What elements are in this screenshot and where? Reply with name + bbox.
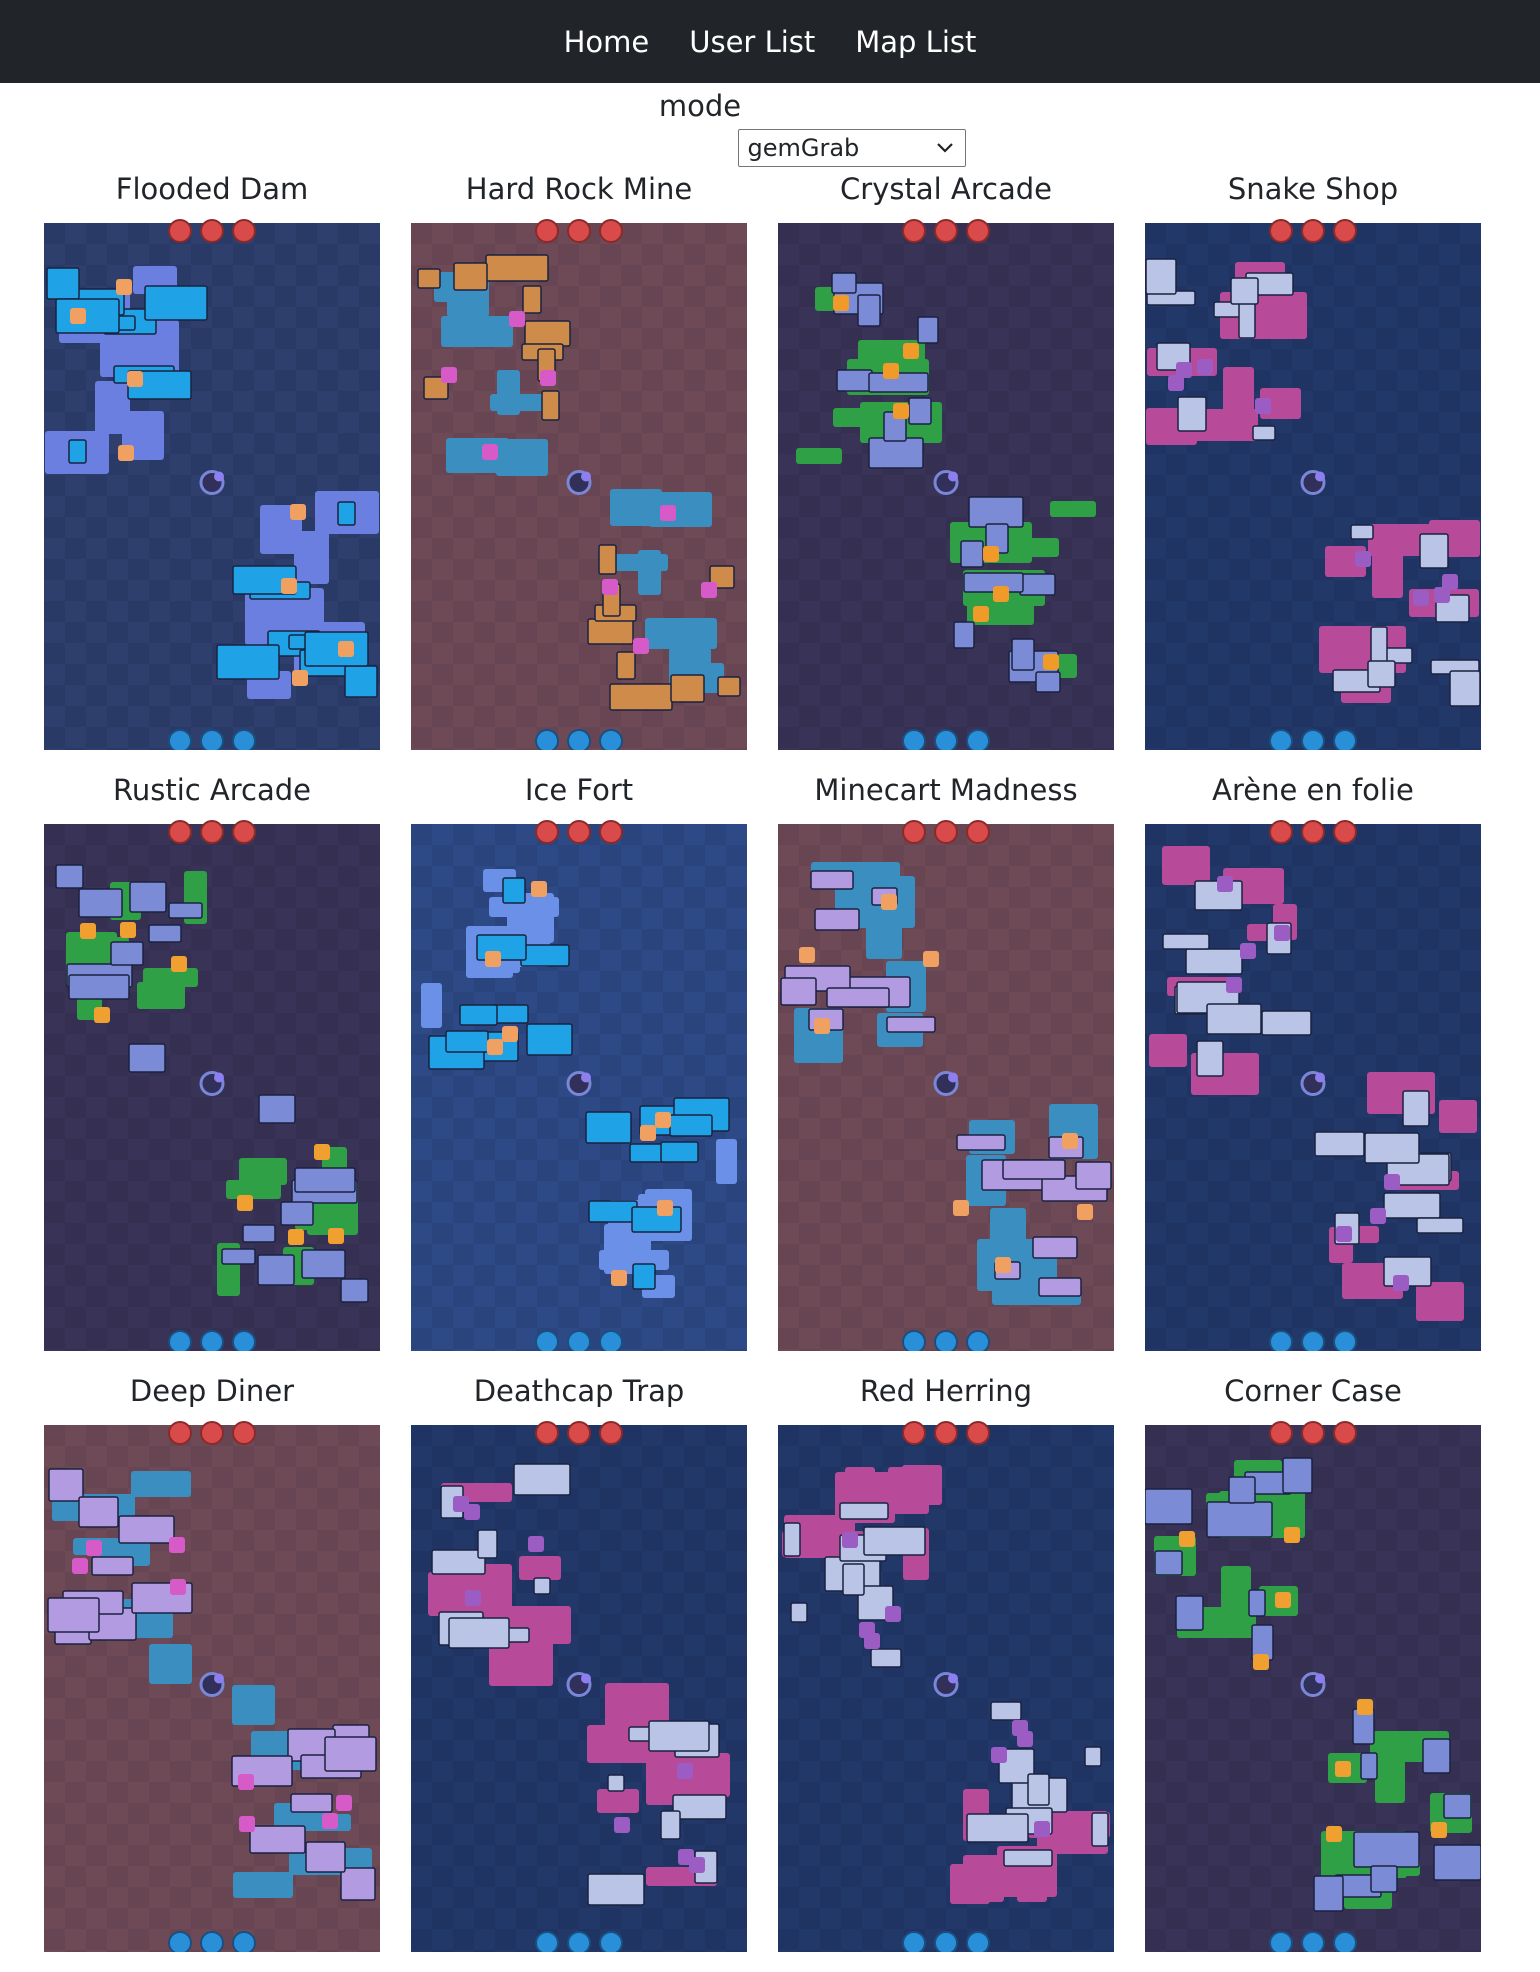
map-title: Red Herring xyxy=(859,1374,1033,1408)
mode-select[interactable]: gemGrab xyxy=(737,129,966,167)
map-title: Corner Case xyxy=(1224,1374,1402,1408)
map-preview-image[interactable] xyxy=(1145,816,1481,1351)
map-card[interactable]: Hard Rock Mine xyxy=(411,169,747,770)
map-card[interactable]: Crystal Arcade xyxy=(778,169,1114,770)
map-title: Crystal Arcade xyxy=(840,172,1052,206)
map-title: Deep Diner xyxy=(129,1374,295,1408)
map-preview-image[interactable] xyxy=(44,816,380,1351)
map-title: Rustic Arcade xyxy=(112,773,311,807)
map-preview-image[interactable] xyxy=(1145,1417,1481,1952)
map-card[interactable]: Deathcap Trap xyxy=(411,1371,747,1972)
map-card[interactable]: Flooded Dam xyxy=(44,169,380,770)
map-card[interactable]: Snake Shop xyxy=(1145,169,1481,770)
mode-label: mode xyxy=(658,89,742,123)
map-title: Deathcap Trap xyxy=(473,1374,685,1408)
map-preview-image[interactable] xyxy=(44,215,380,750)
map-card[interactable]: Red Herring xyxy=(778,1371,1114,1972)
navbar: Home User List Map List xyxy=(0,0,1540,83)
map-preview-image[interactable] xyxy=(411,1417,747,1952)
mode-select-value: gemGrab xyxy=(747,134,860,162)
map-title: Ice Fort xyxy=(524,773,634,807)
mode-filter: mode gemGrab xyxy=(0,83,1540,167)
map-card[interactable]: Deep Diner xyxy=(44,1371,380,1972)
chevron-down-icon xyxy=(936,143,953,153)
map-grid: Flooded Dam Hard Rock Mine Crystal Arcade S… xyxy=(44,169,1540,1972)
map-card[interactable]: Arène en folie xyxy=(1145,770,1481,1371)
map-preview-image[interactable] xyxy=(411,816,747,1351)
map-title: Minecart Madness xyxy=(814,773,1078,807)
map-preview-image[interactable] xyxy=(778,215,1114,750)
map-card[interactable]: Ice Fort xyxy=(411,770,747,1371)
map-title: Snake Shop xyxy=(1227,172,1399,206)
nav-user-list-link[interactable]: User List xyxy=(689,25,815,59)
map-card[interactable]: Corner Case xyxy=(1145,1371,1481,1972)
map-title: Flooded Dam xyxy=(115,172,309,206)
nav-map-list-link[interactable]: Map List xyxy=(855,25,976,59)
map-preview-image[interactable] xyxy=(1145,215,1481,750)
map-card[interactable]: Minecart Madness xyxy=(778,770,1114,1371)
map-card[interactable]: Rustic Arcade xyxy=(44,770,380,1371)
map-preview-image[interactable] xyxy=(778,1417,1114,1952)
map-preview-image[interactable] xyxy=(778,816,1114,1351)
map-title: Arène en folie xyxy=(1212,773,1414,807)
map-preview-image[interactable] xyxy=(44,1417,380,1952)
map-preview-image[interactable] xyxy=(411,215,747,750)
nav-home-link[interactable]: Home xyxy=(564,25,650,59)
map-title: Hard Rock Mine xyxy=(465,172,693,206)
